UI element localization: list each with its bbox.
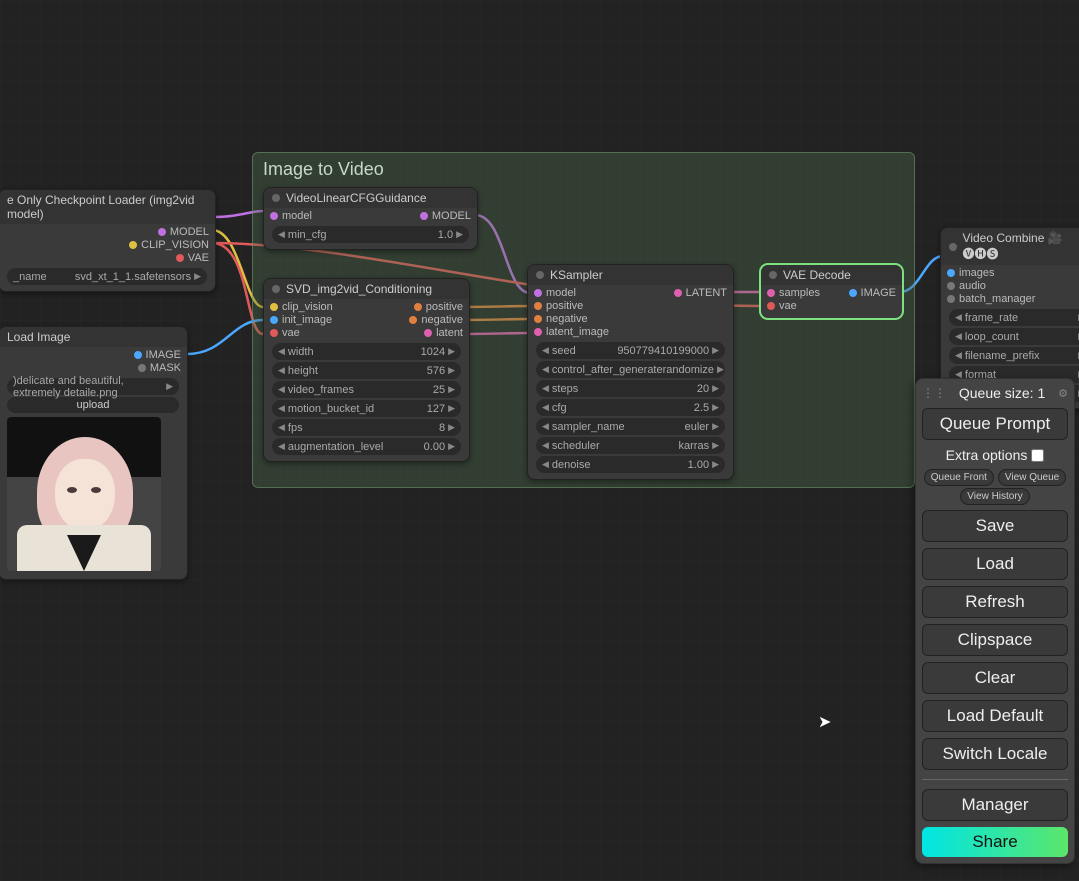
node-ksampler[interactable]: KSampler model positive negative latent_… bbox=[527, 264, 734, 480]
node-cfg-guidance[interactable]: VideoLinearCFGGuidance model MODEL ◀min_… bbox=[263, 187, 478, 250]
load-button[interactable]: Load bbox=[922, 548, 1068, 580]
ksampler-widget-control_after_generate[interactable]: ◀control_after_generaterandomize▶ bbox=[536, 361, 725, 378]
output-mask[interactable]: MASK bbox=[138, 362, 181, 374]
output-model[interactable]: MODEL bbox=[158, 226, 209, 238]
control-panel[interactable]: ⋮⋮ Queue size: 1 ⚙ Queue Prompt Extra op… bbox=[915, 378, 1075, 864]
input-images[interactable]: images bbox=[947, 267, 1035, 279]
node-title: SVD_img2vid_Conditioning bbox=[264, 279, 469, 299]
input-negative[interactable]: negative bbox=[534, 313, 609, 325]
widget-min-cfg[interactable]: ◀min_cfg 1.0▶ bbox=[272, 226, 469, 243]
manager-button[interactable]: Manager bbox=[922, 789, 1068, 821]
switch-locale-button[interactable]: Switch Locale bbox=[922, 738, 1068, 770]
gear-icon[interactable]: ⚙ bbox=[1058, 387, 1068, 400]
load-default-button[interactable]: Load Default bbox=[922, 700, 1068, 732]
output-image[interactable]: IMAGE bbox=[849, 287, 896, 299]
input-batch-manager[interactable]: batch_manager bbox=[947, 293, 1035, 305]
node-title: Load Image bbox=[0, 327, 187, 347]
output-image[interactable]: IMAGE bbox=[134, 349, 181, 361]
input-positive[interactable]: positive bbox=[534, 300, 609, 312]
cursor-icon: ➤ bbox=[818, 712, 831, 732]
node-title: VAE Decode bbox=[761, 265, 902, 285]
ksampler-widget-denoise[interactable]: ◀denoise1.00▶ bbox=[536, 456, 725, 473]
node-svd-conditioning[interactable]: SVD_img2vid_Conditioning clip_vision ini… bbox=[263, 278, 470, 462]
node-title: VideoLinearCFGGuidance bbox=[264, 188, 477, 208]
output-latent[interactable]: LATENT bbox=[674, 287, 727, 299]
node-vae-decode[interactable]: VAE Decode samples vae IMAGE bbox=[760, 264, 903, 319]
ksampler-widget-cfg[interactable]: ◀cfg2.5▶ bbox=[536, 399, 725, 416]
ksampler-widget-steps[interactable]: ◀steps20▶ bbox=[536, 380, 725, 397]
output-model[interactable]: MODEL bbox=[420, 210, 471, 222]
queue-prompt-button[interactable]: Queue Prompt bbox=[922, 408, 1068, 440]
queue-front-button[interactable]: Queue Front bbox=[924, 469, 994, 486]
video-combine-widget-filename_prefix[interactable]: ◀filename_prefix▶ bbox=[949, 347, 1079, 364]
widget-ckpt-name[interactable]: _name svd_xt_1_1.safetensors▶ bbox=[7, 268, 207, 285]
svd-widget-height[interactable]: ◀height576▶ bbox=[272, 362, 461, 379]
output-latent[interactable]: latent bbox=[424, 327, 463, 339]
input-init-image[interactable]: init_image bbox=[270, 314, 333, 326]
ksampler-widget-seed[interactable]: ◀seed950779410199000▶ bbox=[536, 342, 725, 359]
input-latent-image[interactable]: latent_image bbox=[534, 326, 609, 338]
video-combine-widget-frame_rate[interactable]: ◀frame_rate▶ bbox=[949, 309, 1079, 326]
extra-options-checkbox[interactable] bbox=[1031, 449, 1044, 462]
ksampler-widget-scheduler[interactable]: ◀schedulerkarras▶ bbox=[536, 437, 725, 454]
refresh-button[interactable]: Refresh bbox=[922, 586, 1068, 618]
node-checkpoint-loader[interactable]: e Only Checkpoint Loader (img2vid model)… bbox=[0, 189, 216, 292]
save-button[interactable]: Save bbox=[922, 510, 1068, 542]
svd-widget-width[interactable]: ◀width1024▶ bbox=[272, 343, 461, 360]
output-vae[interactable]: VAE bbox=[176, 252, 209, 264]
node-title: e Only Checkpoint Loader (img2vid model) bbox=[0, 190, 215, 224]
group-title: Image to Video bbox=[253, 153, 914, 186]
svd-widget-augmentation_level[interactable]: ◀augmentation_level0.00▶ bbox=[272, 438, 461, 455]
input-model[interactable]: model bbox=[270, 210, 312, 222]
node-title: Video Combine 🎥🅥🅗🅢 bbox=[941, 228, 1079, 265]
divider bbox=[922, 779, 1068, 780]
node-title: KSampler bbox=[528, 265, 733, 285]
input-clip-vision[interactable]: clip_vision bbox=[270, 301, 333, 313]
svd-widget-motion_bucket_id[interactable]: ◀motion_bucket_id127▶ bbox=[272, 400, 461, 417]
output-negative[interactable]: negative bbox=[409, 314, 463, 326]
ksampler-widget-sampler_name[interactable]: ◀sampler_nameeuler▶ bbox=[536, 418, 725, 435]
input-vae[interactable]: vae bbox=[270, 327, 333, 339]
output-clip-vision[interactable]: CLIP_VISION bbox=[129, 239, 209, 251]
share-button[interactable]: Share bbox=[922, 827, 1068, 857]
view-history-button[interactable]: View History bbox=[960, 488, 1029, 505]
node-load-image[interactable]: Load Image IMAGE MASK )delicate and beau… bbox=[0, 326, 188, 580]
extra-options-label: Extra options bbox=[946, 447, 1028, 463]
upload-button[interactable]: upload bbox=[7, 397, 179, 413]
input-model[interactable]: model bbox=[534, 287, 609, 299]
svd-widget-fps[interactable]: ◀fps8▶ bbox=[272, 419, 461, 436]
svd-widget-video_frames[interactable]: ◀video_frames25▶ bbox=[272, 381, 461, 398]
queue-size-label: Queue size: 1 bbox=[959, 385, 1045, 401]
drag-handle-icon[interactable]: ⋮⋮ bbox=[922, 386, 946, 400]
input-vae[interactable]: vae bbox=[767, 300, 820, 312]
widget-image-file[interactable]: )delicate and beautiful, extremely detai… bbox=[7, 378, 179, 395]
output-positive[interactable]: positive bbox=[414, 301, 463, 313]
video-combine-widget-loop_count[interactable]: ◀loop_count▶ bbox=[949, 328, 1079, 345]
clear-button[interactable]: Clear bbox=[922, 662, 1068, 694]
view-queue-button[interactable]: View Queue bbox=[998, 469, 1066, 486]
image-preview bbox=[7, 417, 161, 571]
input-audio[interactable]: audio bbox=[947, 280, 1035, 292]
input-samples[interactable]: samples bbox=[767, 287, 820, 299]
clipspace-button[interactable]: Clipspace bbox=[922, 624, 1068, 656]
